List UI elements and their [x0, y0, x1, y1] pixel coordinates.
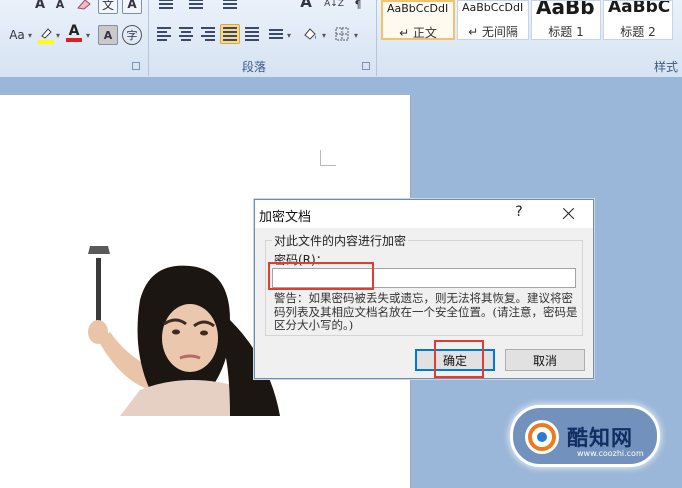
- distribute-icon[interactable]: [242, 24, 262, 44]
- style-sample: AaBbCcDdI: [387, 2, 449, 15]
- align-right-icon[interactable]: [198, 24, 218, 44]
- group-separator: [148, 0, 149, 76]
- style-sample: AaBbCcDdI: [462, 1, 524, 14]
- enclose-char-button[interactable]: 字: [122, 25, 142, 45]
- show-marks-icon[interactable]: A: [296, 0, 316, 12]
- line-spacing-icon[interactable]: [266, 24, 286, 44]
- warning-text: 警告：如果密码被丢失或遗忘，则无法将其恢复。建议将密码列表及其相应文档名放在一个…: [274, 291, 578, 332]
- style-sample: AaBb: [536, 0, 595, 19]
- style-name: ↵ 无间隔: [468, 25, 518, 39]
- encrypt-group-label: 对此文件的内容进行加密: [272, 232, 409, 249]
- ribbon: A A 文 A Aa ▾ ▾ A ▾ A 字 A A↓Z ¶ ▾ ▾ ▾ 段落 …: [0, 0, 682, 78]
- shading-icon[interactable]: [300, 24, 320, 44]
- paragraph-group-label: 段落: [242, 60, 267, 74]
- phonetic-guide-button[interactable]: 文: [98, 0, 118, 14]
- style-name: 标题 1: [548, 25, 584, 39]
- watermark-url: www.coozhi.com: [577, 449, 644, 458]
- help-icon[interactable]: ?: [509, 204, 529, 224]
- highlight-color-button[interactable]: [36, 25, 56, 45]
- highlighter-icon: [38, 28, 54, 44]
- ok-button[interactable]: 确定: [415, 349, 495, 371]
- chevron-down-icon: ▾: [354, 31, 359, 40]
- char-shading-button[interactable]: A: [98, 25, 118, 45]
- cancel-button[interactable]: 取消: [505, 349, 585, 371]
- align-left-icon[interactable]: [154, 24, 174, 44]
- style-heading-1[interactable]: AaBb 标题 1: [531, 0, 601, 40]
- styles-group-label: 样式: [654, 60, 679, 74]
- numbering-icon[interactable]: [186, 0, 206, 14]
- paragraph-marks-icon[interactable]: ¶: [348, 0, 368, 14]
- sort-button[interactable]: A↓Z: [324, 0, 344, 14]
- group-separator: [376, 0, 377, 76]
- chevron-down-icon: ▾: [322, 31, 327, 40]
- close-icon[interactable]: [557, 204, 581, 224]
- style-no-spacing[interactable]: AaBbCcDdI ↵ 无间隔: [457, 0, 529, 40]
- encrypt-document-dialog: 加密文档 ? 对此文件的内容进行加密 密码(R)： 警告：如果密码被丢失或遗忘，…: [254, 199, 594, 379]
- style-sample: AaBbC: [608, 0, 671, 17]
- clear-format-icon[interactable]: [74, 0, 94, 14]
- style-name: 标题 2: [620, 25, 656, 39]
- chevron-down-icon: ▾: [56, 31, 61, 40]
- borders-icon[interactable]: [332, 24, 352, 44]
- justify-icon[interactable]: [220, 24, 240, 44]
- change-case-button[interactable]: Aa: [4, 25, 30, 45]
- font-dialog-launcher[interactable]: [132, 62, 140, 70]
- multilevel-list-icon[interactable]: [220, 0, 240, 14]
- font-color-button[interactable]: A: [64, 23, 84, 43]
- password-label: 密码(R)：: [274, 253, 328, 267]
- password-input[interactable]: [272, 268, 576, 288]
- margin-corner-mark: [320, 150, 336, 166]
- paragraph-dialog-launcher[interactable]: [362, 62, 370, 70]
- chevron-down-icon: ▾: [287, 31, 292, 40]
- style-name: ↵ 正文: [399, 26, 437, 40]
- encrypt-group: 对此文件的内容进行加密 密码(R)： 警告：如果密码被丢失或遗忘，则无法将其恢复…: [265, 232, 583, 336]
- chevron-down-icon: ▾: [86, 31, 91, 40]
- style-normal[interactable]: AaBbCcDdI ↵ 正文: [381, 0, 455, 40]
- style-heading-2[interactable]: AaBbC 标题 2: [603, 0, 673, 40]
- coozhi-watermark: 酷知网 www.coozhi.com: [510, 405, 660, 467]
- bullets-icon[interactable]: [156, 0, 176, 14]
- chevron-down-icon: ▾: [28, 31, 33, 40]
- grow-font-button[interactable]: A: [30, 0, 50, 14]
- dialog-title: 加密文档: [259, 210, 312, 225]
- align-center-icon[interactable]: [176, 24, 196, 44]
- font-color-label: A: [68, 23, 80, 39]
- char-border-button[interactable]: A: [122, 0, 142, 14]
- coozhi-logo-icon: [525, 420, 559, 454]
- shrink-font-button[interactable]: A: [50, 0, 70, 14]
- watermark-text: 酷知网: [567, 426, 633, 450]
- dialog-titlebar[interactable]: 加密文档 ?: [255, 200, 593, 228]
